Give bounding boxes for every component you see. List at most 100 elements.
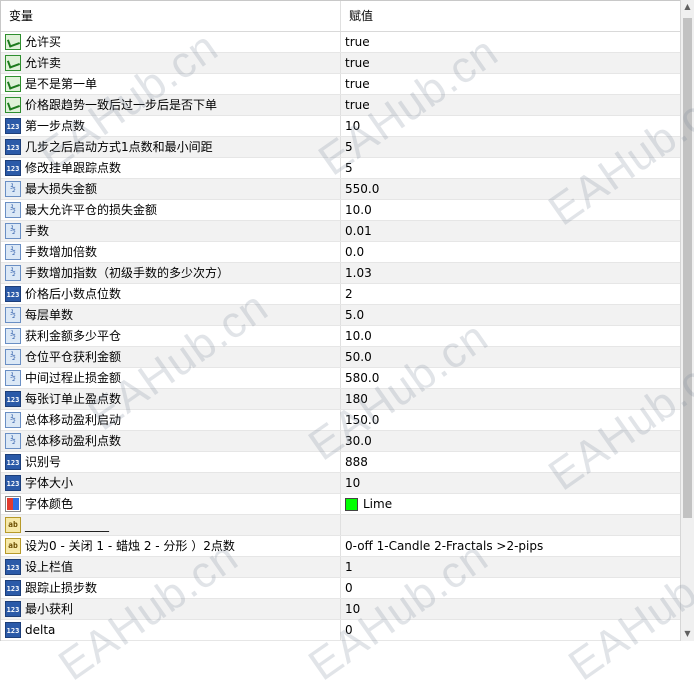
int-icon: 123	[5, 139, 21, 155]
value-cell[interactable]: 2	[341, 284, 680, 304]
variable-name: 中间过程止损金额	[25, 371, 122, 385]
variable-value: 2	[345, 287, 353, 301]
variable-name: 价格跟趋势一致后过一步后是否下单	[25, 98, 218, 112]
int-icon: 123	[5, 160, 21, 176]
value-cell[interactable]: 180	[341, 389, 680, 409]
value-cell[interactable]: 10.0	[341, 326, 680, 346]
input-row[interactable]: ab 设为0 - 关闭 1 - 蜡烛 2 - 分形 ）2点数 0-off 1-Can…	[1, 536, 680, 557]
input-row[interactable]: ½ 总体移动盈利启动 150.0	[1, 410, 680, 431]
value-cell[interactable]: true	[341, 74, 680, 94]
double-icon: ½	[5, 265, 21, 281]
input-row[interactable]: 123 设上栏值 1	[1, 557, 680, 578]
variable-value: 150.0	[345, 413, 380, 427]
value-cell[interactable]: 0	[341, 578, 680, 598]
input-row[interactable]: ½ 最大损失金额 550.0	[1, 179, 680, 200]
variable-name: 字体大小	[25, 476, 74, 490]
value-cell[interactable]: 580.0	[341, 368, 680, 388]
variable-name: 允许卖	[25, 56, 62, 70]
double-icon: ½	[5, 433, 21, 449]
variable-name: 最大允许平仓的损失金额	[25, 203, 158, 217]
input-row[interactable]: 是不是第一单 true	[1, 74, 680, 95]
value-cell[interactable]: true	[341, 95, 680, 115]
header-variable[interactable]: 变量	[1, 1, 341, 31]
value-cell[interactable]: 10	[341, 599, 680, 619]
input-row[interactable]: ½ 中间过程止损金额 580.0	[1, 368, 680, 389]
variable-name: 总体移动盈利点数	[25, 434, 122, 448]
value-cell[interactable]: 10	[341, 116, 680, 136]
value-cell[interactable]: 0.0	[341, 242, 680, 262]
value-cell[interactable]: 150.0	[341, 410, 680, 430]
variable-cell: 123 价格后小数点位数	[1, 284, 341, 304]
value-cell[interactable]: Lime	[341, 494, 680, 514]
variable-value: 0	[345, 581, 353, 595]
variable-value: true	[345, 35, 370, 49]
input-row[interactable]: ½ 手数 0.01	[1, 221, 680, 242]
variable-cell: 123 几步之后启动方式1点数和最小间距	[1, 137, 341, 157]
value-cell[interactable]: 10.0	[341, 200, 680, 220]
value-cell[interactable]: 5.0	[341, 305, 680, 325]
value-cell[interactable]: true	[341, 32, 680, 52]
variable-cell: 123 跟踪止损步数	[1, 578, 341, 598]
input-row[interactable]: 123 修改挂单跟踪点数 5	[1, 158, 680, 179]
value-cell[interactable]: 550.0	[341, 179, 680, 199]
input-row[interactable]: 允许卖 true	[1, 53, 680, 74]
vertical-scrollbar[interactable]: ▲ ▼	[680, 0, 694, 641]
color-icon	[5, 496, 21, 512]
input-row[interactable]: 字体颜色 Lime	[1, 494, 680, 515]
value-cell[interactable]: 888	[341, 452, 680, 472]
value-cell[interactable]: 50.0	[341, 347, 680, 367]
variable-value: true	[345, 56, 370, 70]
variable-name: 手数增加倍数	[25, 245, 98, 259]
int-icon: 123	[5, 580, 21, 596]
value-cell[interactable]: 10	[341, 473, 680, 493]
input-row[interactable]: 123 delta 0	[1, 620, 680, 641]
value-cell[interactable]: 1	[341, 557, 680, 577]
input-row[interactable]: 允许买 true	[1, 32, 680, 53]
value-cell[interactable]: 5	[341, 137, 680, 157]
input-row[interactable]: ½ 最大允许平仓的损失金额 10.0	[1, 200, 680, 221]
variable-value: true	[345, 98, 370, 112]
input-row[interactable]: 123 最小获利 10	[1, 599, 680, 620]
input-row[interactable]: 123 识别号 888	[1, 452, 680, 473]
input-row[interactable]: 123 几步之后启动方式1点数和最小间距 5	[1, 137, 680, 158]
input-row[interactable]: ½ 获利金额多少平仓 10.0	[1, 326, 680, 347]
value-cell[interactable]: 0.01	[341, 221, 680, 241]
variable-value: 5	[345, 140, 353, 154]
input-row[interactable]: 123 跟踪止损步数 0	[1, 578, 680, 599]
value-cell[interactable]: 0	[341, 620, 680, 640]
scroll-up-icon[interactable]: ▲	[681, 0, 694, 14]
input-row[interactable]: 价格跟趋势一致后过一步后是否下单 true	[1, 95, 680, 116]
input-row[interactable]: ½ 手数增加指数（初级手数的多少次方） 1.03	[1, 263, 680, 284]
variable-cell: ½ 获利金额多少平仓	[1, 326, 341, 346]
value-cell[interactable]: 0-off 1-Candle 2-Fractals >2-pips	[341, 536, 680, 556]
variable-name: 设上栏值	[25, 560, 74, 574]
scroll-down-icon[interactable]: ▼	[681, 627, 694, 641]
input-row[interactable]: 123 价格后小数点位数 2	[1, 284, 680, 305]
input-row[interactable]: 123 每张订单止盈点数 180	[1, 389, 680, 410]
input-row[interactable]: ½ 每层单数 5.0	[1, 305, 680, 326]
input-row[interactable]: 123 字体大小 10	[1, 473, 680, 494]
variable-name: ______________	[25, 518, 109, 532]
variable-value: 10	[345, 476, 361, 490]
variable-name: 是不是第一单	[25, 77, 98, 91]
input-row[interactable]: 123 第一步点数 10	[1, 116, 680, 137]
header-value[interactable]: 赋值	[341, 1, 680, 31]
variable-value: 50.0	[345, 350, 372, 364]
value-cell[interactable]: true	[341, 53, 680, 73]
variable-value: 0.0	[345, 245, 365, 259]
input-row[interactable]: ½ 总体移动盈利点数 30.0	[1, 431, 680, 452]
value-cell[interactable]	[341, 515, 680, 535]
bool-icon	[5, 34, 21, 50]
grid-rows: 允许买 true 允许卖 true 是不是第一单 true 价格跟趋势一致后过一步后是否下单…	[1, 32, 680, 641]
value-cell[interactable]: 5	[341, 158, 680, 178]
variable-cell: 123 每张订单止盈点数	[1, 389, 341, 409]
input-row[interactable]: ½ 手数增加倍数 0.0	[1, 242, 680, 263]
scroll-thumb[interactable]	[683, 18, 692, 518]
double-icon: ½	[5, 412, 21, 428]
input-row[interactable]: ab ______________	[1, 515, 680, 536]
value-cell[interactable]: 30.0	[341, 431, 680, 451]
variable-value: 5.0	[345, 308, 365, 322]
value-cell[interactable]: 1.03	[341, 263, 680, 283]
variable-value: 580.0	[345, 371, 380, 385]
input-row[interactable]: ½ 仓位平仓获利金额 50.0	[1, 347, 680, 368]
